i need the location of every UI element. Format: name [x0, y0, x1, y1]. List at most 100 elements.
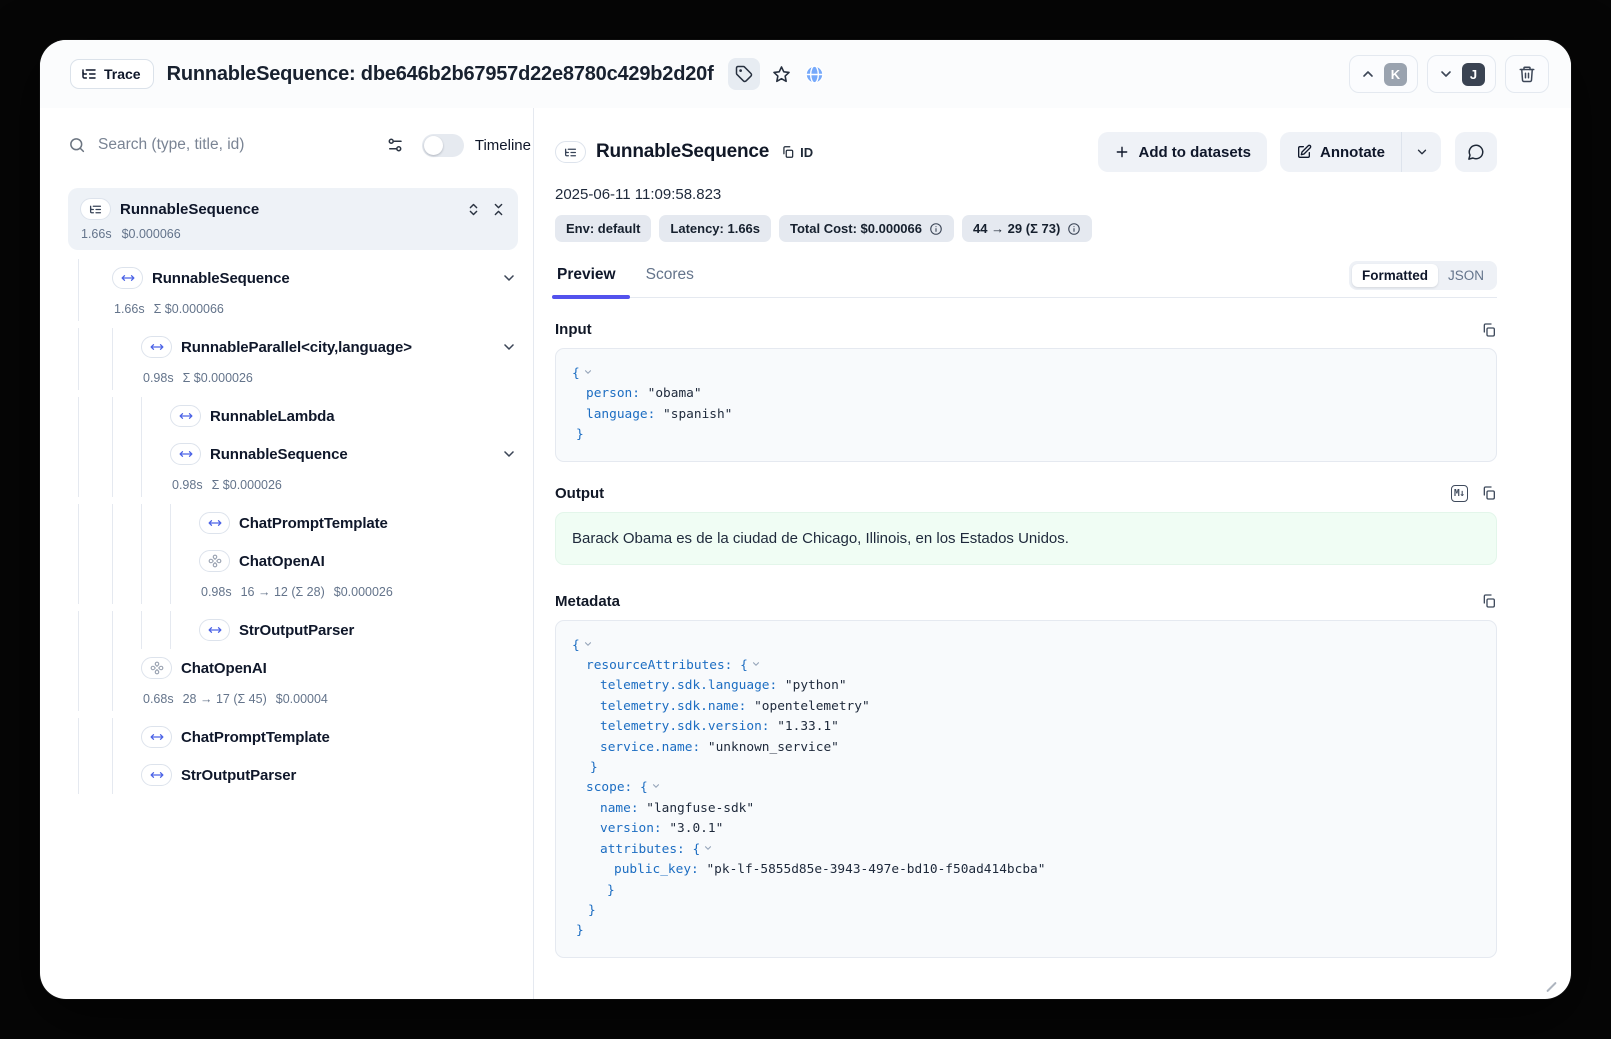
prev-trace-button[interactable]: K — [1349, 55, 1418, 93]
trace-window: Trace RunnableSequence: dbe646b2b67957d2… — [40, 40, 1571, 999]
tree-node-label: ChatPromptTemplate — [181, 729, 330, 746]
chevron-down-icon[interactable] — [501, 270, 517, 286]
collapse-json-icon[interactable] — [751, 656, 761, 676]
json-line: } — [572, 901, 1480, 921]
json-line: name: "langfuse-sdk" — [572, 799, 1480, 819]
filter-sliders-icon[interactable] — [386, 136, 404, 154]
tree-indent-guide — [78, 397, 112, 435]
tree-indent-guide — [78, 687, 112, 711]
json-line: { — [572, 364, 1480, 384]
span-icon — [112, 267, 143, 289]
tree-indent-guide — [78, 611, 112, 649]
metric-badges: Env: defaultLatency: 1.66sTotal Cost: $0… — [555, 215, 1497, 242]
tree-node[interactable]: RunnableSequence — [78, 259, 533, 297]
tree-node[interactable]: ChatPromptTemplate — [78, 504, 533, 542]
json-option[interactable]: JSON — [1438, 264, 1494, 287]
tree-indent-guide — [78, 542, 112, 580]
timeline-label: Timeline — [475, 137, 531, 154]
list-tree-icon — [555, 141, 586, 163]
json-line: service.name: "unknown_service" — [572, 738, 1480, 758]
collapse-json-icon[interactable] — [703, 840, 713, 860]
tree-indent-guide — [170, 504, 199, 542]
collapse-json-icon[interactable] — [583, 364, 593, 384]
tree-node-metrics: 0.98s16 → 12 (Σ 28)$0.000026 — [78, 580, 533, 604]
expand-all-icon[interactable] — [466, 202, 481, 217]
tree-indent-guide — [112, 397, 141, 435]
collapse-all-icon[interactable] — [491, 202, 506, 217]
annotate-menu-button[interactable] — [1401, 132, 1441, 172]
list-tree-icon — [81, 66, 97, 82]
chevron-down-icon — [1438, 66, 1454, 82]
annotate-button[interactable]: Annotate — [1280, 132, 1401, 172]
copy-id-button[interactable]: ID — [781, 145, 813, 160]
tree-node[interactable]: ChatPromptTemplate — [78, 718, 533, 756]
tree-indent-guide — [112, 542, 141, 580]
tree-indent-guide — [170, 580, 199, 604]
comments-button[interactable] — [1455, 132, 1497, 172]
star-icon — [772, 65, 791, 84]
search-input[interactable] — [98, 136, 386, 154]
tree-node[interactable]: StrOutputParser — [78, 611, 533, 649]
tree-node[interactable]: RunnableParallel<city,language> — [78, 328, 533, 366]
collapse-json-icon[interactable] — [583, 636, 593, 656]
delete-trace-button[interactable] — [1505, 55, 1549, 93]
tab-scores[interactable]: Scores — [644, 266, 696, 297]
metric-badge: Latency: 1.66s — [659, 215, 771, 242]
chevron-down-icon[interactable] — [501, 339, 517, 355]
tree-node[interactable]: RunnableSequence — [78, 435, 533, 473]
preview-content: Input {person: "obama"language: "spanish… — [555, 321, 1497, 958]
tab-preview[interactable]: Preview — [555, 266, 618, 297]
trace-badge-label: Trace — [104, 66, 141, 82]
id-label: ID — [800, 145, 813, 160]
tags-button[interactable] — [728, 58, 760, 90]
tree-indent-guide — [112, 649, 141, 687]
metric-badge: Env: default — [555, 215, 651, 242]
trace-tree-sidebar: Timeline RunnableSequence — [40, 108, 533, 999]
public-globe-icon[interactable] — [804, 64, 825, 85]
json-line: } — [572, 425, 1480, 445]
tree-node[interactable]: ChatOpenAI — [78, 649, 533, 687]
tree-node[interactable]: RunnableLambda — [78, 397, 533, 435]
edit-pencil-icon — [1296, 144, 1312, 160]
span-icon — [141, 764, 172, 786]
tree-node-label: RunnableSequence — [210, 446, 348, 463]
tree-node[interactable]: StrOutputParser — [78, 756, 533, 794]
markdown-toggle-icon[interactable]: M↓ — [1451, 485, 1468, 502]
tree-node-label: RunnableSequence — [152, 270, 290, 287]
tree-indent-guide — [112, 504, 141, 542]
trace-title: RunnableSequence: dbe646b2b67957d22e8780… — [167, 63, 714, 86]
timeline-toggle[interactable] — [422, 134, 464, 157]
info-icon[interactable] — [1067, 222, 1081, 236]
tree-indent-guide — [78, 297, 112, 321]
output-text: Barack Obama es de la ciudad de Chicago,… — [555, 512, 1497, 565]
trace-timestamp: 2025-06-11 11:09:58.823 — [555, 186, 1497, 203]
formatted-option[interactable]: Formatted — [1352, 264, 1438, 287]
tree-indent-guide — [112, 580, 141, 604]
tree-indent-guide — [141, 580, 170, 604]
tree-node[interactable]: ChatOpenAI — [78, 542, 533, 580]
next-trace-button[interactable]: J — [1427, 55, 1496, 93]
chevron-down-icon[interactable] — [501, 446, 517, 462]
root-node-metrics: 1.66s $0.000066 — [80, 227, 506, 241]
json-line: } — [572, 881, 1480, 901]
copy-icon[interactable] — [1481, 485, 1497, 501]
copy-icon[interactable] — [1481, 322, 1497, 338]
collapse-json-icon[interactable] — [651, 778, 661, 798]
json-line: attributes: { — [572, 840, 1480, 860]
copy-icon[interactable] — [1481, 593, 1497, 609]
tree-indent-guide — [170, 542, 199, 580]
tree-indent-guide — [78, 473, 112, 497]
tree-indent-guide — [112, 756, 141, 794]
tree-indent-guide — [112, 718, 141, 756]
add-to-datasets-button[interactable]: Add to datasets — [1098, 132, 1267, 172]
trace-root-node[interactable]: RunnableSequence 1.66s $0.000066 — [68, 188, 518, 250]
observation-title: RunnableSequence — [596, 141, 769, 163]
tree-node-label: ChatOpenAI — [239, 553, 325, 570]
tree-indent-guide — [141, 504, 170, 542]
bookmark-star-button[interactable] — [766, 58, 798, 90]
info-icon[interactable] — [929, 222, 943, 236]
tree-node-label: StrOutputParser — [239, 622, 354, 639]
span-icon — [141, 726, 172, 748]
tree-indent-guide — [141, 435, 170, 473]
tree-node-metrics: 0.98sΣ $0.000026 — [78, 473, 533, 497]
